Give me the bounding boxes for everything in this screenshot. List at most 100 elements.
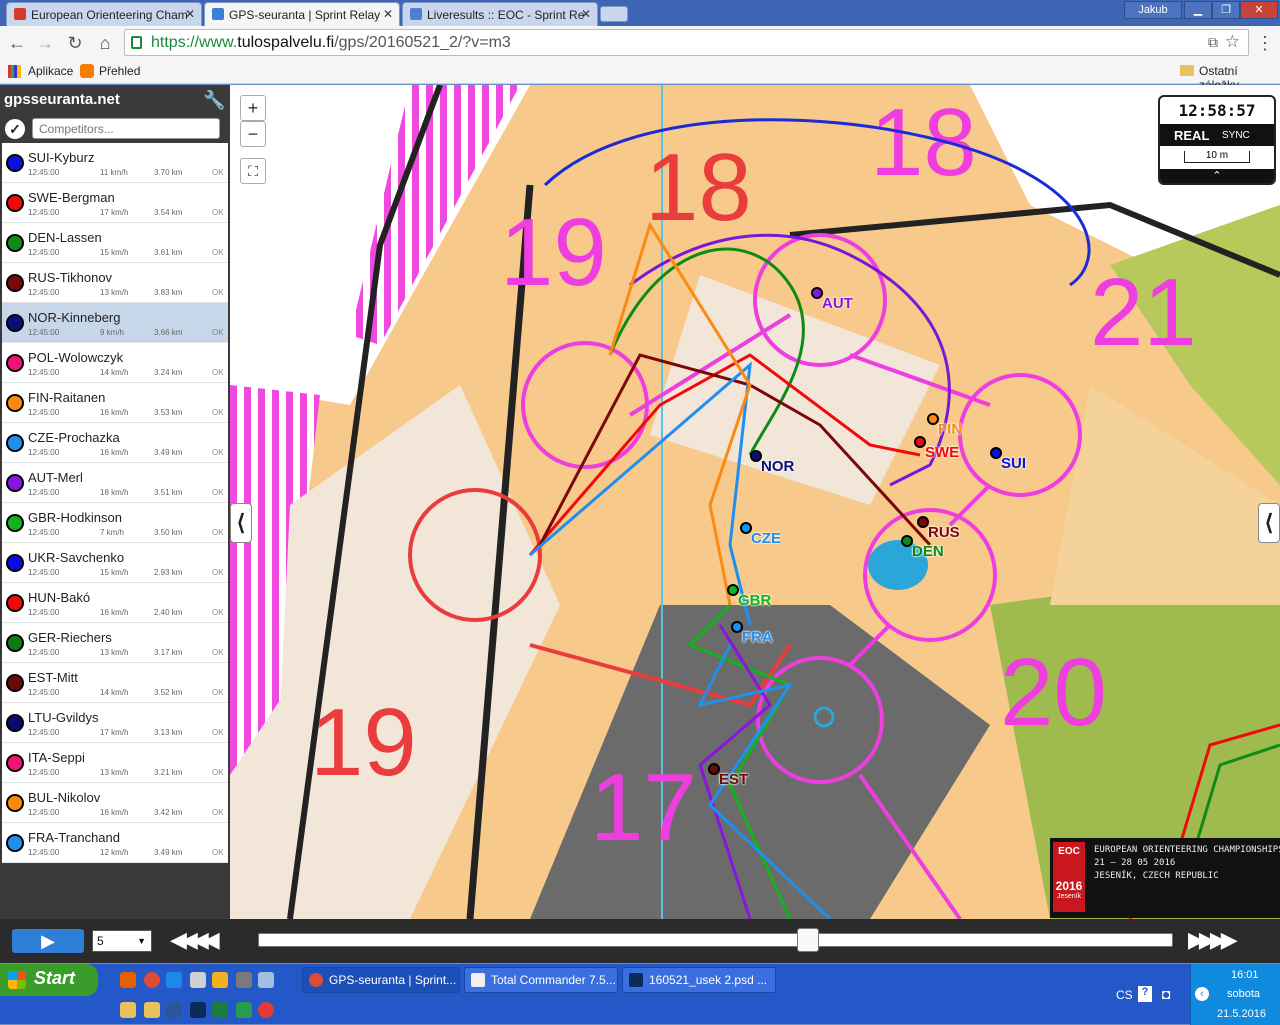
- competitor-color-dot[interactable]: [6, 714, 24, 732]
- close-tab-icon[interactable]: ✕: [383, 7, 393, 21]
- competitor-row[interactable]: POL-Wolowczyk 12:45:00 14 km/h 3.24 km OK: [2, 343, 228, 383]
- help-icon[interactable]: ?: [1138, 986, 1152, 1002]
- orienteering-map[interactable]: 18 18 19 21 19 20 17 AUT FIN SWE SUI NOR RUS C…: [230, 85, 1280, 919]
- zoom-in-button[interactable]: +: [240, 95, 266, 121]
- wrench-icon[interactable]: 🔧: [203, 90, 225, 111]
- competitor-row[interactable]: FIN-Raitanen 12:45:00 16 km/h 3.53 km OK: [2, 383, 228, 423]
- menu-icon[interactable]: ⋮: [1254, 32, 1276, 54]
- competitor-color-dot[interactable]: [6, 434, 24, 452]
- real-mode-button[interactable]: REAL: [1174, 128, 1209, 143]
- bookmark-apps[interactable]: Aplikace: [28, 64, 73, 78]
- timeline-thumb[interactable]: [797, 928, 819, 952]
- reload-icon[interactable]: ↻: [64, 32, 86, 54]
- star-icon[interactable]: ☆: [1225, 32, 1240, 52]
- taskbar-item-photoshop[interactable]: 160521_usek 2.psd ...: [622, 967, 776, 993]
- windows-taskbar: Start GPS-seuranta | Sprint... Total Com…: [0, 963, 1280, 1025]
- competitor-color-dot[interactable]: [6, 154, 24, 172]
- translate-icon[interactable]: ⧉: [1208, 34, 1218, 51]
- competitor-color-dot[interactable]: [6, 314, 24, 332]
- taskbar-item-total-commander[interactable]: Total Commander 7.5...: [464, 967, 618, 993]
- select-all-check-icon[interactable]: ✓: [5, 119, 25, 139]
- folder-icon[interactable]: [144, 1002, 160, 1018]
- app-icon[interactable]: [258, 972, 274, 988]
- competitor-row[interactable]: UKR-Savchenko 12:45:00 15 km/h 2.93 km OK: [2, 543, 228, 583]
- zoom-out-button[interactable]: −: [240, 121, 266, 147]
- competitor-color-dot[interactable]: [6, 794, 24, 812]
- competitor-color-dot[interactable]: [6, 834, 24, 852]
- excel-icon[interactable]: [212, 1002, 228, 1018]
- collapse-clock-chevron-icon[interactable]: ⌃: [1160, 169, 1274, 183]
- competitor-speed: 9 km/h: [100, 328, 125, 337]
- competitor-row[interactable]: RUS-Tikhonov 12:45:00 13 km/h 3.83 km OK: [2, 263, 228, 303]
- competitor-row[interactable]: HUN-Bakó 12:45:00 16 km/h 2.40 km OK: [2, 583, 228, 623]
- competitor-row[interactable]: LTU-Gvildys 12:45:00 17 km/h 3.13 km OK: [2, 703, 228, 743]
- competitor-row[interactable]: CZE-Prochazka 12:45:00 16 km/h 3.49 km OK: [2, 423, 228, 463]
- competitor-color-dot[interactable]: [6, 474, 24, 492]
- competitor-row[interactable]: BUL-Nikolov 12:45:00 16 km/h 3.42 km OK: [2, 783, 228, 823]
- competitor-row[interactable]: GER-Riechers 12:45:00 13 km/h 3.17 km OK: [2, 623, 228, 663]
- firefox-icon[interactable]: [120, 972, 136, 988]
- competitor-row[interactable]: SUI-Kyburz 12:45:00 11 km/h 3.70 km OK: [2, 143, 228, 183]
- competitor-row[interactable]: AUT-Merl 12:45:00 18 km/h 3.51 km OK: [2, 463, 228, 503]
- forward-arrow-icon[interactable]: →: [34, 32, 56, 54]
- tray-app-icon[interactable]: ◘: [1162, 986, 1170, 1002]
- competitor-row[interactable]: FRA-Tranchand 12:45:00 12 km/h 3.49 km OK: [2, 823, 228, 863]
- competitor-color-dot[interactable]: [6, 634, 24, 652]
- taskbar-item-chrome[interactable]: GPS-seuranta | Sprint...: [302, 967, 460, 993]
- play-button[interactable]: ▶: [12, 929, 84, 953]
- rewind-icon[interactable]: ◀◀◀◀: [170, 927, 220, 953]
- photoshop-icon[interactable]: [190, 1002, 206, 1018]
- sync-mode-button[interactable]: SYNC: [1222, 130, 1250, 141]
- competitor-search-input[interactable]: [32, 118, 220, 139]
- address-bar[interactable]: https://www.tulospalvelu.fi/gps/20160521…: [124, 29, 1249, 56]
- competitor-color-dot[interactable]: [6, 594, 24, 612]
- app-icon[interactable]: [190, 972, 206, 988]
- profile-button[interactable]: Jakub: [1124, 1, 1182, 19]
- tab-eoc[interactable]: European Orienteering Cham ✕: [6, 2, 202, 26]
- close-tab-icon[interactable]: ✕: [581, 7, 591, 21]
- competitor-speed: 13 km/h: [100, 288, 129, 297]
- close-tab-icon[interactable]: ✕: [185, 7, 195, 21]
- competitor-row[interactable]: DEN-Lassen 12:45:00 15 km/h 3.61 km OK: [2, 223, 228, 263]
- competitor-row[interactable]: ITA-Seppi 12:45:00 13 km/h 3.21 km OK: [2, 743, 228, 783]
- new-tab-button[interactable]: [600, 6, 628, 22]
- expand-right-panel-arrow-icon[interactable]: ⟨: [1258, 503, 1280, 543]
- competitor-color-dot[interactable]: [6, 554, 24, 572]
- collapse-panel-arrow-icon[interactable]: ⟨: [230, 503, 252, 543]
- app-icon[interactable]: [236, 972, 252, 988]
- home-icon[interactable]: ⌂: [94, 32, 116, 54]
- tray-arrow-icon[interactable]: ‹: [1195, 987, 1209, 1001]
- competitor-color-dot[interactable]: [6, 514, 24, 532]
- competitor-color-dot[interactable]: [6, 194, 24, 212]
- tab-gps-seuranta[interactable]: GPS-seuranta | Sprint Relay ✕: [204, 2, 400, 26]
- tab-liveresults[interactable]: Liveresults :: EOC - Sprint Re ✕: [402, 2, 598, 26]
- competitor-row[interactable]: EST-Mitt 12:45:00 14 km/h 3.52 km OK: [2, 663, 228, 703]
- playback-speed-select[interactable]: 5 ▼: [92, 930, 152, 952]
- app-icon[interactable]: [212, 972, 228, 988]
- app-icon[interactable]: [258, 1002, 274, 1018]
- fullscreen-icon[interactable]: ⛶: [240, 158, 266, 184]
- competitor-color-dot[interactable]: [6, 674, 24, 692]
- competitor-color-dot[interactable]: [6, 234, 24, 252]
- competitor-color-dot[interactable]: [6, 394, 24, 412]
- close-window-icon[interactable]: ✕: [1240, 1, 1278, 19]
- competitor-color-dot[interactable]: [6, 354, 24, 372]
- restore-icon[interactable]: ❐: [1212, 1, 1240, 19]
- competitor-row[interactable]: SWE-Bergman 12:45:00 17 km/h 3.54 km OK: [2, 183, 228, 223]
- fast-forward-icon[interactable]: ▶▶▶▶: [1188, 927, 1238, 953]
- competitor-color-dot[interactable]: [6, 274, 24, 292]
- back-arrow-icon[interactable]: ←: [6, 32, 28, 54]
- chrome-icon[interactable]: [144, 972, 160, 988]
- ie-icon[interactable]: [166, 972, 182, 988]
- competitor-row[interactable]: NOR-Kinneberg 12:45:00 9 km/h 3.66 km OK: [2, 303, 228, 343]
- folder-icon[interactable]: [120, 1002, 136, 1018]
- word-icon[interactable]: [166, 1002, 182, 1018]
- competitor-row[interactable]: GBR-Hodkinson 12:45:00 7 km/h 3.50 km OK: [2, 503, 228, 543]
- timeline-track[interactable]: [258, 933, 1173, 947]
- start-button[interactable]: Start: [0, 964, 98, 996]
- language-indicator[interactable]: CS: [1116, 988, 1133, 1002]
- competitor-color-dot[interactable]: [6, 754, 24, 772]
- minimize-icon[interactable]: ▁: [1184, 1, 1212, 19]
- bookmark-overview[interactable]: Přehled: [99, 64, 140, 78]
- app-icon[interactable]: [236, 1002, 252, 1018]
